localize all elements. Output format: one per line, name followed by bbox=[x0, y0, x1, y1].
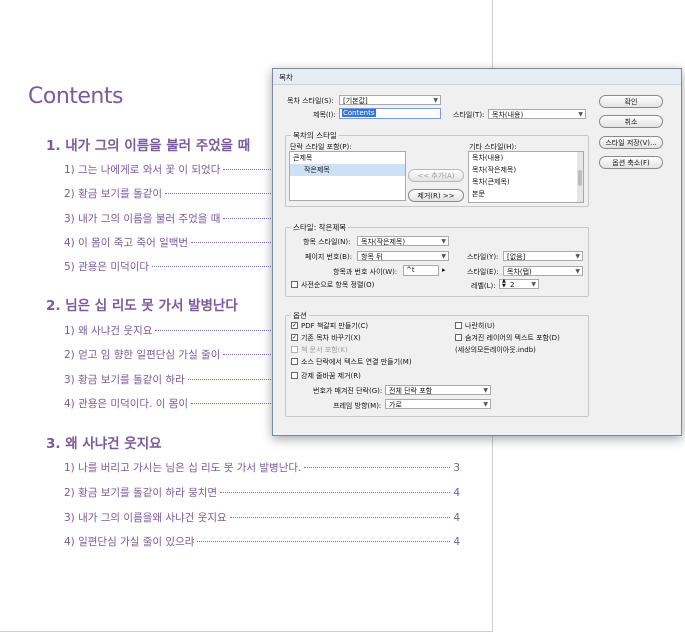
toc-entry: 4) 일편단심 가실 줄이 있으랴 4 bbox=[64, 536, 460, 548]
toc-style-select[interactable]: [기본값] ▼ bbox=[339, 95, 441, 105]
include-styles-list[interactable]: 큰제목 작은제목 bbox=[289, 151, 406, 201]
toc-style-label: 목차 스타일(S): bbox=[287, 97, 334, 105]
source-link-label: 소스 단락에서 텍스트 연결 만들기(M) bbox=[301, 358, 412, 366]
list-item[interactable]: 본문 bbox=[469, 188, 583, 200]
page-style-label: 스타일(Y): bbox=[467, 253, 499, 261]
frame-direction-label: 프레임 방향(M): bbox=[333, 402, 382, 410]
include-book-label: 책 문서 포함(K) bbox=[301, 346, 348, 354]
list-item[interactable]: 큰제목 bbox=[290, 152, 405, 164]
save-style-button[interactable]: 스타일 저장(V)... bbox=[599, 136, 663, 149]
list-item[interactable]: 목차(내용) bbox=[469, 152, 583, 164]
other-styles-list[interactable]: 목차(내용) 목차(작은제목) 목차(큰제목) 본문 bbox=[468, 151, 584, 203]
fewer-options-button[interactable]: 옵션 축소(F) bbox=[599, 156, 663, 169]
pdf-bookmark-label: PDF 책갈피 만들기(C) bbox=[301, 322, 369, 330]
add-style-button[interactable]: << 추가(A) bbox=[408, 169, 464, 182]
play-icon[interactable]: ▸ bbox=[442, 266, 446, 274]
chevron-down-icon: ▼ bbox=[575, 253, 580, 260]
style-label: 스타일(T): bbox=[453, 111, 485, 119]
between-label: 항목과 번호 사이(W): bbox=[333, 268, 398, 276]
numbered-label: 번호가 매겨진 단락(G): bbox=[313, 387, 383, 395]
list-item[interactable]: 목차(작은제목) bbox=[469, 164, 583, 176]
toc-entry: 3) 내가 그의 이름을왜 사냐건 웃지요 4 bbox=[64, 512, 460, 524]
toc-section-heading: 1. 내가 그의 이름을 불러 주었을 때 bbox=[46, 138, 251, 154]
dialog-titlebar[interactable]: 목차 bbox=[273, 69, 681, 85]
dialog-title: 목차 bbox=[279, 73, 293, 82]
toc-dialog: 목차 목차 스타일(S): [기본값] ▼ 제목(I): Contents 스타일… bbox=[272, 68, 682, 436]
numbered-select[interactable]: 전체 단락 포함 ▼ bbox=[385, 385, 491, 395]
title-style-select[interactable]: 목차(내용) ▼ bbox=[488, 109, 586, 119]
chevron-down-icon: ▼ bbox=[483, 387, 488, 394]
title-input[interactable]: Contents bbox=[339, 108, 441, 119]
toc-title: Contents bbox=[28, 84, 123, 109]
replace-toc-checkbox[interactable]: ✓ bbox=[291, 334, 298, 341]
run-in-label: 나란히(U) bbox=[465, 322, 495, 330]
between-style-label: 스타일(E): bbox=[467, 268, 499, 276]
toc-section-heading: 3. 왜 사냐건 웃지요 bbox=[46, 436, 162, 452]
toc-entry: 2) 황금 보기를 돌같이 하라 뭉치면 4 bbox=[64, 487, 460, 499]
stepper-arrows-icon[interactable]: ▲ ▼ bbox=[502, 279, 506, 289]
toc-section-heading: 2. 님은 십 리도 못 가서 발병난다 bbox=[46, 298, 238, 314]
page-number-label: 페이지 번호(B): bbox=[305, 253, 353, 261]
remove-breaks-checkbox[interactable] bbox=[291, 372, 298, 379]
style-settings-title: 스타일: 작은제목 bbox=[291, 222, 349, 233]
ok-button[interactable]: 확인 bbox=[599, 95, 663, 108]
cancel-button[interactable]: 취소 bbox=[599, 115, 663, 128]
level-label: 레벨(L): bbox=[471, 282, 496, 290]
between-input[interactable]: ^t bbox=[403, 265, 439, 276]
include-book-checkbox[interactable] bbox=[291, 346, 298, 353]
other-styles-scrollbar[interactable] bbox=[577, 152, 583, 202]
chevron-down-icon: ▼ bbox=[441, 253, 446, 260]
replace-toc-label: 기존 목차 바꾸기(X) bbox=[301, 334, 361, 342]
hidden-layers-label: 숨겨진 레이어의 텍스트 포함(D) bbox=[465, 334, 560, 342]
pdf-bookmark-checkbox[interactable]: ✓ bbox=[291, 322, 298, 329]
sort-checkbox[interactable] bbox=[291, 281, 298, 288]
hidden-layers-checkbox[interactable] bbox=[455, 334, 462, 341]
sort-label: 사전순으로 항목 정렬(O) bbox=[301, 281, 375, 289]
chevron-down-icon: ▼ bbox=[578, 111, 583, 118]
chevron-down-icon: ▼ bbox=[531, 281, 536, 288]
remove-breaks-label: 강제 줄바꿈 제거(R) bbox=[301, 372, 361, 380]
run-in-checkbox[interactable] bbox=[455, 322, 462, 329]
book-file-name: (세상의모든레이아웃.indb) bbox=[455, 346, 536, 354]
list-item[interactable]: 작은제목 bbox=[290, 164, 405, 176]
toc-styles-group-title: 목차의 스타일 bbox=[291, 130, 339, 141]
title-label: 제목(I): bbox=[313, 111, 336, 119]
entry-style-label: 항목 스타일(N): bbox=[303, 238, 351, 246]
page-number-select[interactable]: 항목 뒤 ▼ bbox=[357, 251, 449, 261]
options-group-title: 옵션 bbox=[291, 310, 309, 321]
page-style-select[interactable]: [없음] ▼ bbox=[503, 251, 583, 261]
between-style-select[interactable]: 목차(탭) ▼ bbox=[503, 266, 583, 276]
entry-style-select[interactable]: 목차(작은제목) ▼ bbox=[357, 236, 449, 246]
toc-entry: 1) 나를 버리고 가시는 님은 십 리도 못 가서 발병난다. 3 bbox=[64, 462, 460, 474]
list-item[interactable]: 목차(큰제목) bbox=[469, 176, 583, 188]
source-link-checkbox[interactable] bbox=[291, 358, 298, 365]
remove-style-button[interactable]: 제거(R) >> bbox=[408, 189, 464, 202]
chevron-down-icon: ▼ bbox=[433, 97, 438, 104]
chevron-down-icon: ▼ bbox=[441, 238, 446, 245]
chevron-down-icon: ▼ bbox=[483, 401, 488, 408]
frame-direction-select[interactable]: 가로 ▼ bbox=[385, 399, 491, 409]
chevron-down-icon: ▼ bbox=[575, 268, 580, 275]
